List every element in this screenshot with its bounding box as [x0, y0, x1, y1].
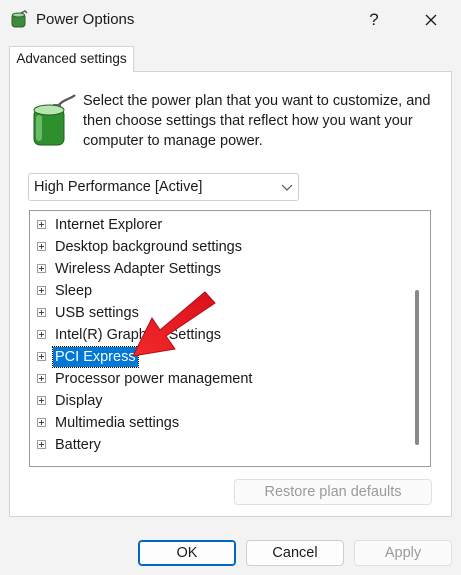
tree-item-processor-power[interactable]: Processor power management	[37, 368, 254, 389]
tree-item-internet-explorer[interactable]: Internet Explorer	[37, 214, 164, 235]
restore-plan-defaults-button[interactable]: Restore plan defaults	[234, 479, 432, 505]
tree-item-pci-express[interactable]: PCI Express	[37, 345, 139, 368]
help-icon: ?	[369, 10, 379, 29]
tree-item-label: Sleep	[55, 282, 93, 299]
tree-item-label: USB settings	[55, 304, 139, 321]
tree-item-intel-graphics[interactable]: Intel(R) Graphics Settings	[37, 324, 223, 345]
tree-item-label: Internet Explorer	[55, 216, 163, 233]
expand-plus-icon[interactable]	[37, 440, 46, 449]
tree-item-wireless-adapter[interactable]: Wireless Adapter Settings	[37, 258, 223, 279]
expand-plus-icon[interactable]	[37, 374, 46, 383]
window-title: Power Options	[36, 11, 135, 28]
expand-plus-icon[interactable]	[37, 286, 46, 295]
plan-select-value: High Performance [Active]	[34, 179, 203, 195]
tree-item-label-selected: PCI Express	[52, 345, 139, 368]
tree-item-display[interactable]: Display	[37, 390, 105, 411]
tree-item-usb-settings[interactable]: USB settings	[37, 302, 141, 323]
tree-item-label: Desktop background settings	[55, 238, 242, 255]
tree-item-desktop-background[interactable]: Desktop background settings	[37, 236, 244, 257]
expand-plus-icon[interactable]	[37, 352, 46, 361]
expand-plus-icon[interactable]	[37, 264, 46, 273]
power-options-icon	[11, 10, 28, 28]
apply-button[interactable]: Apply	[354, 540, 452, 566]
expand-plus-icon[interactable]	[37, 242, 46, 251]
tree-item-label: Battery	[55, 436, 101, 453]
title-bar: Power Options ?	[0, 0, 461, 40]
close-button[interactable]	[410, 4, 452, 36]
tree-item-label: Processor power management	[55, 370, 253, 387]
plan-select[interactable]: High Performance [Active]	[28, 173, 299, 201]
tree-item-label: Display	[55, 392, 103, 409]
chevron-down-icon	[281, 184, 293, 191]
battery-plug-icon	[33, 94, 76, 146]
tab-advanced-settings[interactable]: Advanced settings	[9, 46, 134, 72]
tree-item-battery[interactable]: Battery	[37, 434, 103, 455]
tree-item-label: Multimedia settings	[55, 414, 180, 431]
close-icon	[425, 14, 437, 26]
ok-button[interactable]: OK	[138, 540, 236, 566]
expand-plus-icon[interactable]	[37, 418, 46, 427]
expand-plus-icon[interactable]	[37, 330, 46, 339]
cancel-button[interactable]: Cancel	[246, 540, 344, 566]
tree-item-label: Intel(R) Graphics Settings	[55, 326, 222, 343]
expand-plus-icon[interactable]	[37, 220, 46, 229]
tree-item-label: Wireless Adapter Settings	[55, 260, 222, 277]
description-text: Select the power plan that you want to c…	[83, 93, 431, 149]
settings-tree[interactable]: Internet Explorer Desktop background set…	[29, 210, 431, 467]
expand-plus-icon[interactable]	[37, 396, 46, 405]
expand-plus-icon[interactable]	[37, 308, 46, 317]
tab-label: Advanced settings	[16, 51, 127, 66]
tree-item-multimedia[interactable]: Multimedia settings	[37, 412, 181, 433]
help-button[interactable]: ?	[356, 4, 392, 36]
tree-item-sleep[interactable]: Sleep	[37, 280, 94, 301]
tree-scrollbar[interactable]	[415, 290, 419, 445]
